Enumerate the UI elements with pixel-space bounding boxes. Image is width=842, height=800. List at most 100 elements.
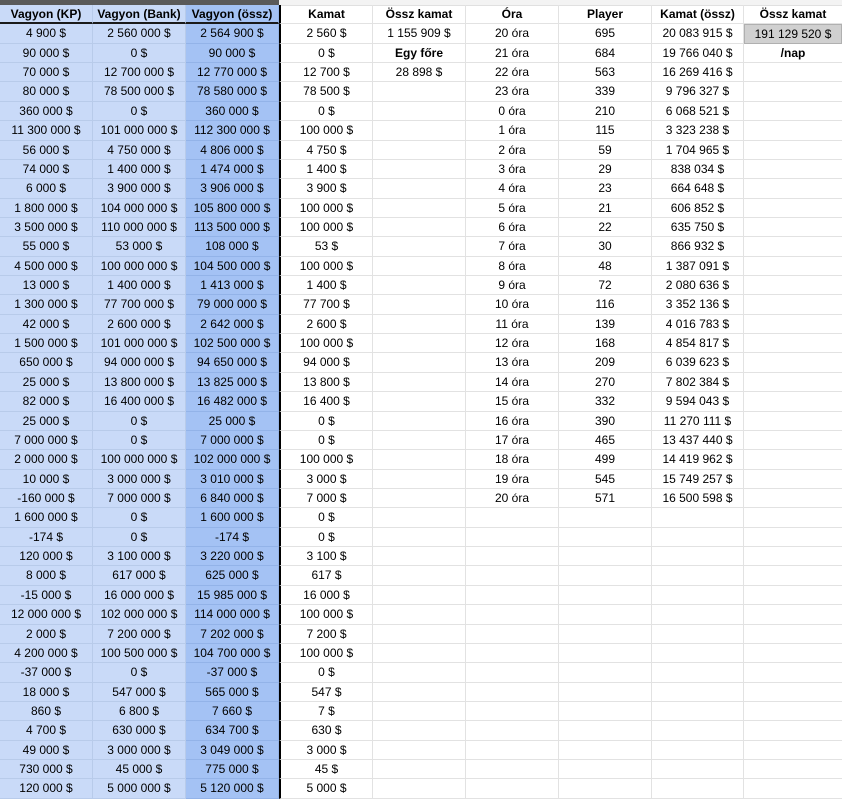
cell-vagyon-ossz[interactable]: 108 000 $ (186, 237, 279, 257)
cell-kamat[interactable]: 0 $ (279, 508, 373, 528)
cell-kamat-ossz[interactable]: 3 323 238 $ (652, 121, 744, 141)
cell-kamat-ossz[interactable]: 664 648 $ (652, 179, 744, 199)
cell-vagyon-kp[interactable]: -160 000 $ (0, 488, 93, 509)
cell-vagyon-bank[interactable]: 102 000 000 $ (93, 605, 186, 625)
cell-vagyon-ossz[interactable]: -37 000 $ (186, 663, 279, 683)
cell-vagyon-bank[interactable]: 45 000 $ (93, 760, 186, 780)
cell-vagyon-kp[interactable]: -174 $ (0, 527, 93, 548)
cell-player[interactable]: 48 (559, 256, 652, 277)
cell-vagyon-bank[interactable]: 12 700 000 $ (93, 63, 186, 83)
cell-vagyon-ossz[interactable]: 2 642 000 $ (186, 314, 279, 335)
cell-vagyon-bank[interactable]: 16 400 000 $ (93, 392, 186, 412)
cell-ossz-kamat-total[interactable] (744, 528, 842, 548)
cell-player[interactable] (559, 779, 652, 799)
cell-player[interactable]: 139 (559, 314, 652, 335)
cell-vagyon-kp[interactable]: 2 000 $ (0, 624, 93, 644)
cell-kamat-ossz[interactable]: 11 270 111 $ (652, 411, 744, 431)
cell-vagyon-ossz[interactable]: 113 500 000 $ (186, 217, 279, 238)
cell-kamat[interactable]: 78 500 $ (279, 82, 373, 102)
cell-ora[interactable] (466, 605, 559, 625)
cell-ora[interactable]: 10 óra (466, 295, 559, 315)
cell-player[interactable]: 465 (559, 430, 652, 451)
cell-player[interactable]: 571 (559, 488, 652, 509)
cell-vagyon-ossz[interactable]: 79 000 000 $ (186, 295, 279, 315)
cell-kamat[interactable]: 100 000 $ (279, 121, 373, 141)
cell-ora[interactable] (466, 566, 559, 586)
cell-vagyon-bank[interactable]: 3 000 000 $ (93, 469, 186, 489)
cell-ora[interactable]: 8 óra (466, 256, 559, 277)
cell-kamat-ossz[interactable] (652, 605, 744, 625)
cell-ossz-kamat[interactable] (373, 372, 466, 393)
cell-kamat-ossz[interactable]: 866 932 $ (652, 237, 744, 257)
cell-ossz-kamat[interactable] (373, 430, 466, 451)
header-ossz-kamat[interactable]: Össz kamat (373, 5, 466, 25)
cell-kamat[interactable]: 3 900 $ (279, 179, 373, 199)
cell-vagyon-ossz[interactable]: 78 580 000 $ (186, 82, 279, 102)
cell-ossz-kamat-total[interactable] (744, 450, 842, 470)
cell-player[interactable]: 22 (559, 217, 652, 238)
cell-vagyon-ossz[interactable]: 5 120 000 $ (186, 779, 279, 799)
cell-player[interactable]: 545 (559, 469, 652, 489)
cell-player[interactable]: 339 (559, 82, 652, 102)
cell-kamat[interactable]: 100 000 $ (279, 605, 373, 625)
cell-player[interactable] (559, 701, 652, 722)
cell-ossz-kamat-total[interactable]: /nap (744, 44, 842, 64)
cell-ossz-kamat[interactable] (373, 527, 466, 548)
cell-ora[interactable]: 12 óra (466, 334, 559, 354)
cell-ossz-kamat[interactable] (373, 663, 466, 683)
cell-player[interactable]: 116 (559, 295, 652, 315)
cell-kamat-ossz[interactable]: 9 796 327 $ (652, 82, 744, 102)
cell-ossz-kamat-total[interactable] (744, 431, 842, 451)
cell-kamat[interactable]: 0 $ (279, 527, 373, 548)
cell-ossz-kamat[interactable] (373, 508, 466, 528)
cell-vagyon-bank[interactable]: 16 000 000 $ (93, 585, 186, 606)
cell-vagyon-bank[interactable]: 7 000 000 $ (93, 488, 186, 509)
cell-kamat-ossz[interactable] (652, 547, 744, 567)
cell-ossz-kamat-total[interactable] (744, 102, 842, 122)
cell-vagyon-ossz[interactable]: 104 500 000 $ (186, 256, 279, 277)
cell-ossz-kamat[interactable] (373, 334, 466, 354)
cell-ossz-kamat-total[interactable] (744, 702, 842, 722)
cell-vagyon-ossz[interactable]: 94 650 000 $ (186, 353, 279, 373)
cell-ora[interactable] (466, 585, 559, 606)
cell-kamat-ossz[interactable]: 15 749 257 $ (652, 469, 744, 489)
cell-vagyon-bank[interactable]: 100 000 000 $ (93, 256, 186, 277)
cell-ora[interactable]: 4 óra (466, 179, 559, 199)
cell-ossz-kamat[interactable] (373, 450, 466, 470)
cell-player[interactable]: 684 (559, 43, 652, 64)
cell-ossz-kamat[interactable] (373, 179, 466, 199)
cell-ossz-kamat-total[interactable] (744, 586, 842, 606)
cell-kamat-ossz[interactable] (652, 760, 744, 780)
cell-kamat-ossz[interactable] (652, 779, 744, 799)
cell-vagyon-ossz[interactable]: 15 985 000 $ (186, 585, 279, 606)
cell-player[interactable]: 499 (559, 450, 652, 470)
cell-ossz-kamat-total[interactable] (744, 721, 842, 741)
cell-vagyon-kp[interactable]: 4 500 000 $ (0, 256, 93, 277)
cell-vagyon-kp[interactable]: 11 300 000 $ (0, 121, 93, 141)
cell-ossz-kamat-total[interactable] (744, 334, 842, 354)
cell-vagyon-kp[interactable]: 80 000 $ (0, 82, 93, 102)
cell-vagyon-ossz[interactable]: 16 482 000 $ (186, 392, 279, 412)
cell-player[interactable] (559, 585, 652, 606)
cell-ora[interactable] (466, 547, 559, 567)
cell-ossz-kamat-total[interactable] (744, 605, 842, 625)
cell-vagyon-bank[interactable]: 94 000 000 $ (93, 353, 186, 373)
cell-ora[interactable]: 2 óra (466, 140, 559, 160)
cell-kamat[interactable]: 16 000 $ (279, 585, 373, 606)
cell-ossz-kamat[interactable] (373, 411, 466, 431)
cell-vagyon-ossz[interactable]: 7 000 000 $ (186, 430, 279, 451)
cell-kamat[interactable]: 0 $ (279, 411, 373, 431)
cell-ora[interactable] (466, 508, 559, 528)
cell-player[interactable]: 390 (559, 411, 652, 431)
cell-kamat-ossz[interactable] (652, 740, 744, 761)
cell-vagyon-ossz[interactable]: 112 300 000 $ (186, 121, 279, 141)
cell-kamat-ossz[interactable] (652, 663, 744, 683)
cell-ossz-kamat[interactable] (373, 140, 466, 160)
cell-ossz-kamat-total[interactable] (744, 663, 842, 683)
cell-vagyon-ossz[interactable]: 3 906 000 $ (186, 179, 279, 199)
cell-kamat[interactable]: 100 000 $ (279, 334, 373, 354)
cell-ossz-kamat[interactable] (373, 353, 466, 373)
cell-ossz-kamat-total[interactable] (744, 63, 842, 83)
cell-ora[interactable] (466, 721, 559, 741)
cell-ossz-kamat[interactable] (373, 701, 466, 722)
